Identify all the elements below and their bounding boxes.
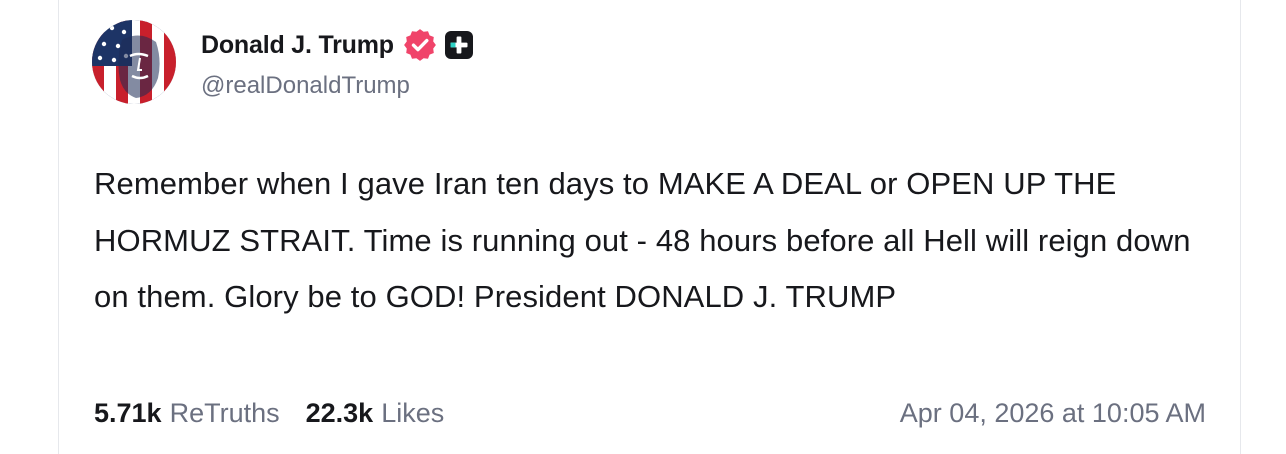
retruths-label[interactable]: ReTruths	[170, 398, 280, 429]
american-flag-portrait-avatar	[92, 20, 176, 104]
avatar[interactable]	[92, 20, 176, 104]
author-name-row: Donald J. Trump	[201, 27, 474, 63]
retruths-count[interactable]: 5.71k	[94, 398, 162, 429]
post-timestamp[interactable]: Apr 04, 2026 at 10:05 AM	[900, 398, 1206, 429]
post-body-text: Remember when I gave Iran ten days to MA…	[94, 166, 1200, 314]
verified-badge-icon	[403, 29, 436, 61]
post-stats: 5.71k ReTruths 22.3k Likes	[94, 398, 444, 429]
post-card: Donald J. Trump @realDonaldTrump Remembe…	[58, 0, 1241, 454]
likes-count[interactable]: 22.3k	[306, 398, 374, 429]
author-handle[interactable]: @realDonaldTrump	[201, 72, 410, 100]
likes-label[interactable]: Likes	[381, 398, 444, 429]
author-display-name[interactable]: Donald J. Trump	[201, 31, 394, 60]
plus-badge-icon	[444, 30, 474, 60]
